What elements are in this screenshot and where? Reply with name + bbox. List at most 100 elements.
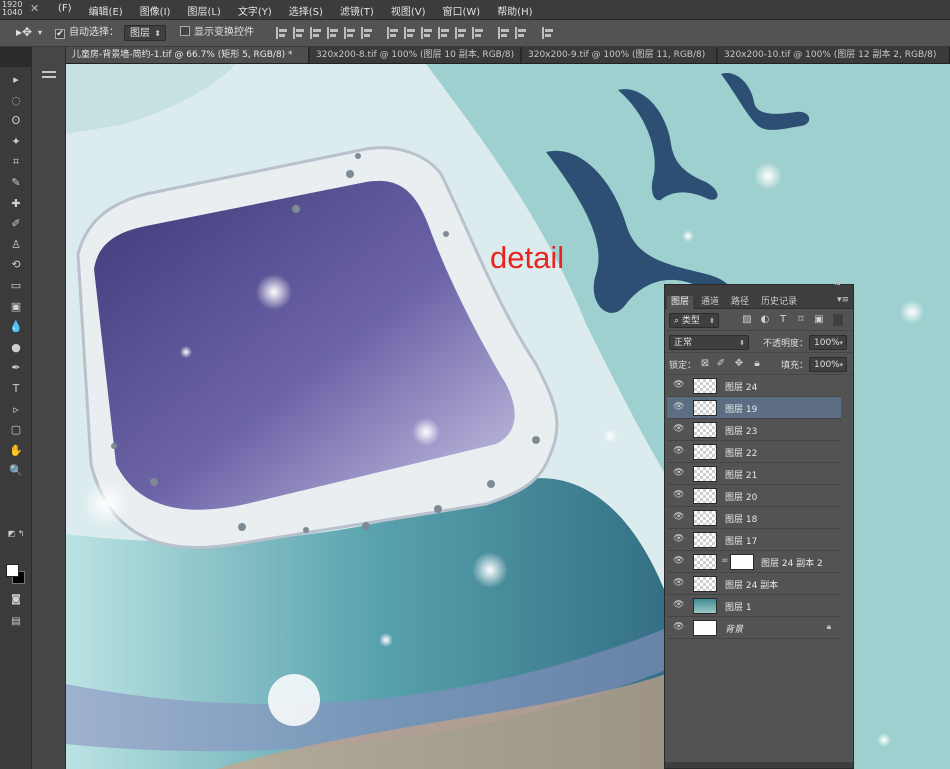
layers-panel-tab[interactable]: 路径 bbox=[727, 296, 753, 309]
visibility-eye-icon[interactable]: 👁︎ bbox=[673, 468, 684, 479]
visibility-eye-icon[interactable]: 👁︎ bbox=[673, 534, 684, 545]
menu-item[interactable]: 选择(S) bbox=[289, 3, 323, 18]
visibility-eye-icon[interactable]: 👁︎ bbox=[673, 512, 684, 523]
align-distribute-icon[interactable] bbox=[326, 26, 340, 40]
visibility-eye-icon[interactable]: 👁︎ bbox=[673, 402, 684, 413]
layer-row[interactable]: 👁︎ 图层 20 bbox=[667, 485, 841, 507]
visibility-eye-icon[interactable]: 👁︎ bbox=[673, 446, 684, 457]
pen-tool-icon[interactable]: ✒ bbox=[6, 359, 26, 377]
shape-filter-icon[interactable]: ⌑ bbox=[795, 314, 807, 326]
menu-item[interactable]: 文字(Y) bbox=[238, 3, 272, 18]
filter-toggle[interactable] bbox=[833, 314, 843, 326]
pixel-filter-icon[interactable]: ▨ bbox=[741, 314, 753, 326]
brush-tool-icon[interactable]: ✐ bbox=[6, 215, 26, 233]
layer-row[interactable]: 👁︎ 图层 24 副本 bbox=[667, 573, 841, 595]
blend-mode-dropdown[interactable]: 正常 ⬍ bbox=[669, 335, 749, 350]
blur-tool-icon[interactable]: 💧 bbox=[6, 318, 26, 336]
smart-object-filter-icon[interactable]: ▣ bbox=[813, 314, 825, 326]
layer-row[interactable]: 👁︎ 图层 23 bbox=[667, 419, 841, 441]
rectangle-tool-icon[interactable]: ▢ bbox=[6, 421, 26, 439]
gradient-tool-icon[interactable]: ▣ bbox=[6, 298, 26, 316]
foreground-color-swatch[interactable] bbox=[6, 564, 19, 577]
layer-row[interactable]: 👁︎ 图层 18 bbox=[667, 507, 841, 529]
align-distribute-icon[interactable] bbox=[514, 26, 528, 40]
magic-wand-tool-icon[interactable]: ✦ bbox=[6, 133, 26, 151]
opacity-field[interactable]: 100% ▾ bbox=[809, 335, 847, 350]
layer-row[interactable]: 👁︎ 图层 21 bbox=[667, 463, 841, 485]
menu-item[interactable]: 视图(V) bbox=[391, 3, 426, 18]
type-filter-icon[interactable]: T bbox=[777, 314, 789, 326]
menu-item[interactable]: (F) bbox=[58, 3, 72, 18]
align-distribute-icon[interactable] bbox=[454, 26, 468, 40]
align-distribute-icon[interactable] bbox=[541, 26, 555, 40]
lock-position-icon[interactable]: ✥ bbox=[733, 358, 745, 370]
lock-all-icon[interactable]: 🔒︎ bbox=[751, 358, 763, 370]
align-distribute-icon[interactable] bbox=[360, 26, 374, 40]
document-tab[interactable]: 320x200-9.tif @ 100% (图层 11, RGB/8) bbox=[522, 47, 717, 63]
path-selection-tool-icon[interactable]: ▹ bbox=[6, 401, 26, 419]
filter-kind-dropdown[interactable]: ⌕ 类型 ⬍ bbox=[669, 313, 719, 328]
visibility-eye-icon[interactable]: 👁︎ bbox=[673, 622, 684, 633]
lasso-tool-icon[interactable]: ʘ bbox=[6, 112, 26, 130]
lock-transparent-icon[interactable]: ⊠ bbox=[699, 358, 711, 370]
zoom-tool-icon[interactable]: 🔍 bbox=[6, 462, 26, 480]
menu-item[interactable]: 编辑(E) bbox=[89, 3, 123, 18]
fill-field[interactable]: 100% ▾ bbox=[809, 357, 847, 372]
align-distribute-icon[interactable] bbox=[292, 26, 306, 40]
align-distribute-icon[interactable] bbox=[343, 26, 357, 40]
layers-panel-tab[interactable]: 通道 bbox=[697, 296, 723, 309]
visibility-eye-icon[interactable]: 👁︎ bbox=[673, 490, 684, 501]
link-chain-icon[interactable]: ∞ bbox=[721, 556, 729, 566]
menu-item[interactable]: 滤镜(T) bbox=[340, 3, 374, 18]
document-tab[interactable]: 儿童房-背景墙-简约-1.tif @ 66.7% (矩形 5, RGB/8) * bbox=[66, 47, 309, 63]
eyedropper-tool-icon[interactable]: ✎ bbox=[6, 174, 26, 192]
document-tab[interactable]: 320x200-8.tif @ 100% (图层 10 副本, RGB/8) bbox=[310, 47, 521, 63]
align-distribute-icon[interactable] bbox=[471, 26, 485, 40]
adjustment-filter-icon[interactable]: ◐ bbox=[759, 314, 771, 326]
type-tool-icon[interactable]: T bbox=[6, 380, 26, 398]
screen-mode-icon[interactable]: ▤ bbox=[6, 613, 26, 631]
auto-select-dropdown[interactable]: 图层 ⬍ bbox=[124, 25, 166, 41]
panel-menu-icon[interactable]: ▾≡ bbox=[837, 295, 849, 305]
align-distribute-icon[interactable] bbox=[386, 26, 400, 40]
document-tab[interactable]: 320x200-10.tif @ 100% (图层 12 副本 2, RGB/8… bbox=[718, 47, 950, 63]
visibility-eye-icon[interactable]: 👁︎ bbox=[673, 600, 684, 611]
layers-panel-tab[interactable]: 历史记录 bbox=[757, 296, 801, 309]
menu-item[interactable]: 窗口(W) bbox=[442, 3, 480, 18]
align-distribute-icon[interactable] bbox=[497, 26, 511, 40]
default-colors-icon[interactable]: ◩ ↰ bbox=[6, 525, 26, 543]
dodge-tool-icon[interactable]: ● bbox=[6, 339, 26, 357]
marquee-tool-icon[interactable]: ◌ bbox=[6, 92, 26, 110]
move-tool-icon[interactable]: ▸✥ bbox=[16, 24, 32, 40]
layers-panel-tab[interactable]: 图层 bbox=[667, 296, 694, 309]
menu-item[interactable]: 图层(L) bbox=[187, 3, 220, 18]
auto-select-checkbox[interactable]: ✔ 自动选择： bbox=[55, 25, 119, 41]
layer-row[interactable]: 👁︎ 图层 17 bbox=[667, 529, 841, 551]
layer-row[interactable]: 👁︎ 图层 22 bbox=[667, 441, 841, 463]
layer-row[interactable]: 👁︎ 背景 🔒︎ bbox=[667, 617, 841, 639]
align-distribute-icon[interactable] bbox=[275, 26, 289, 40]
properties-panel-icon[interactable] bbox=[41, 69, 57, 83]
menu-item[interactable]: 帮助(H) bbox=[497, 3, 532, 18]
close-icon[interactable]: ✕ bbox=[30, 2, 39, 15]
history-brush-tool-icon[interactable]: ⟲ bbox=[6, 256, 26, 274]
align-distribute-icon[interactable] bbox=[309, 26, 323, 40]
layer-row[interactable]: 👁︎ 图层 1 bbox=[667, 595, 841, 617]
layer-row[interactable]: 👁︎ 图层 19 bbox=[667, 397, 841, 419]
show-transform-checkbox[interactable]: 显示变换控件 bbox=[180, 25, 254, 41]
align-distribute-icon[interactable] bbox=[403, 26, 417, 40]
hand-tool-icon[interactable]: ✋ bbox=[6, 442, 26, 460]
layer-mask-thumbnail[interactable] bbox=[730, 554, 754, 570]
layer-row[interactable]: 👁︎ 图层 24 bbox=[667, 375, 841, 397]
clone-stamp-tool-icon[interactable]: ♙ bbox=[6, 236, 26, 254]
tool-preset-caret-icon[interactable]: ▾ bbox=[38, 25, 42, 41]
visibility-eye-icon[interactable]: 👁︎ bbox=[673, 556, 684, 567]
visibility-eye-icon[interactable]: 👁︎ bbox=[673, 578, 684, 589]
lock-image-icon[interactable]: ✐ bbox=[715, 358, 727, 370]
align-distribute-icon[interactable] bbox=[437, 26, 451, 40]
menu-item[interactable]: 图像(I) bbox=[140, 3, 171, 18]
visibility-eye-icon[interactable]: 👁︎ bbox=[673, 424, 684, 435]
align-distribute-icon[interactable] bbox=[420, 26, 434, 40]
move-tool-icon[interactable]: ▸ bbox=[6, 71, 26, 89]
eraser-tool-icon[interactable]: ▭ bbox=[6, 277, 26, 295]
